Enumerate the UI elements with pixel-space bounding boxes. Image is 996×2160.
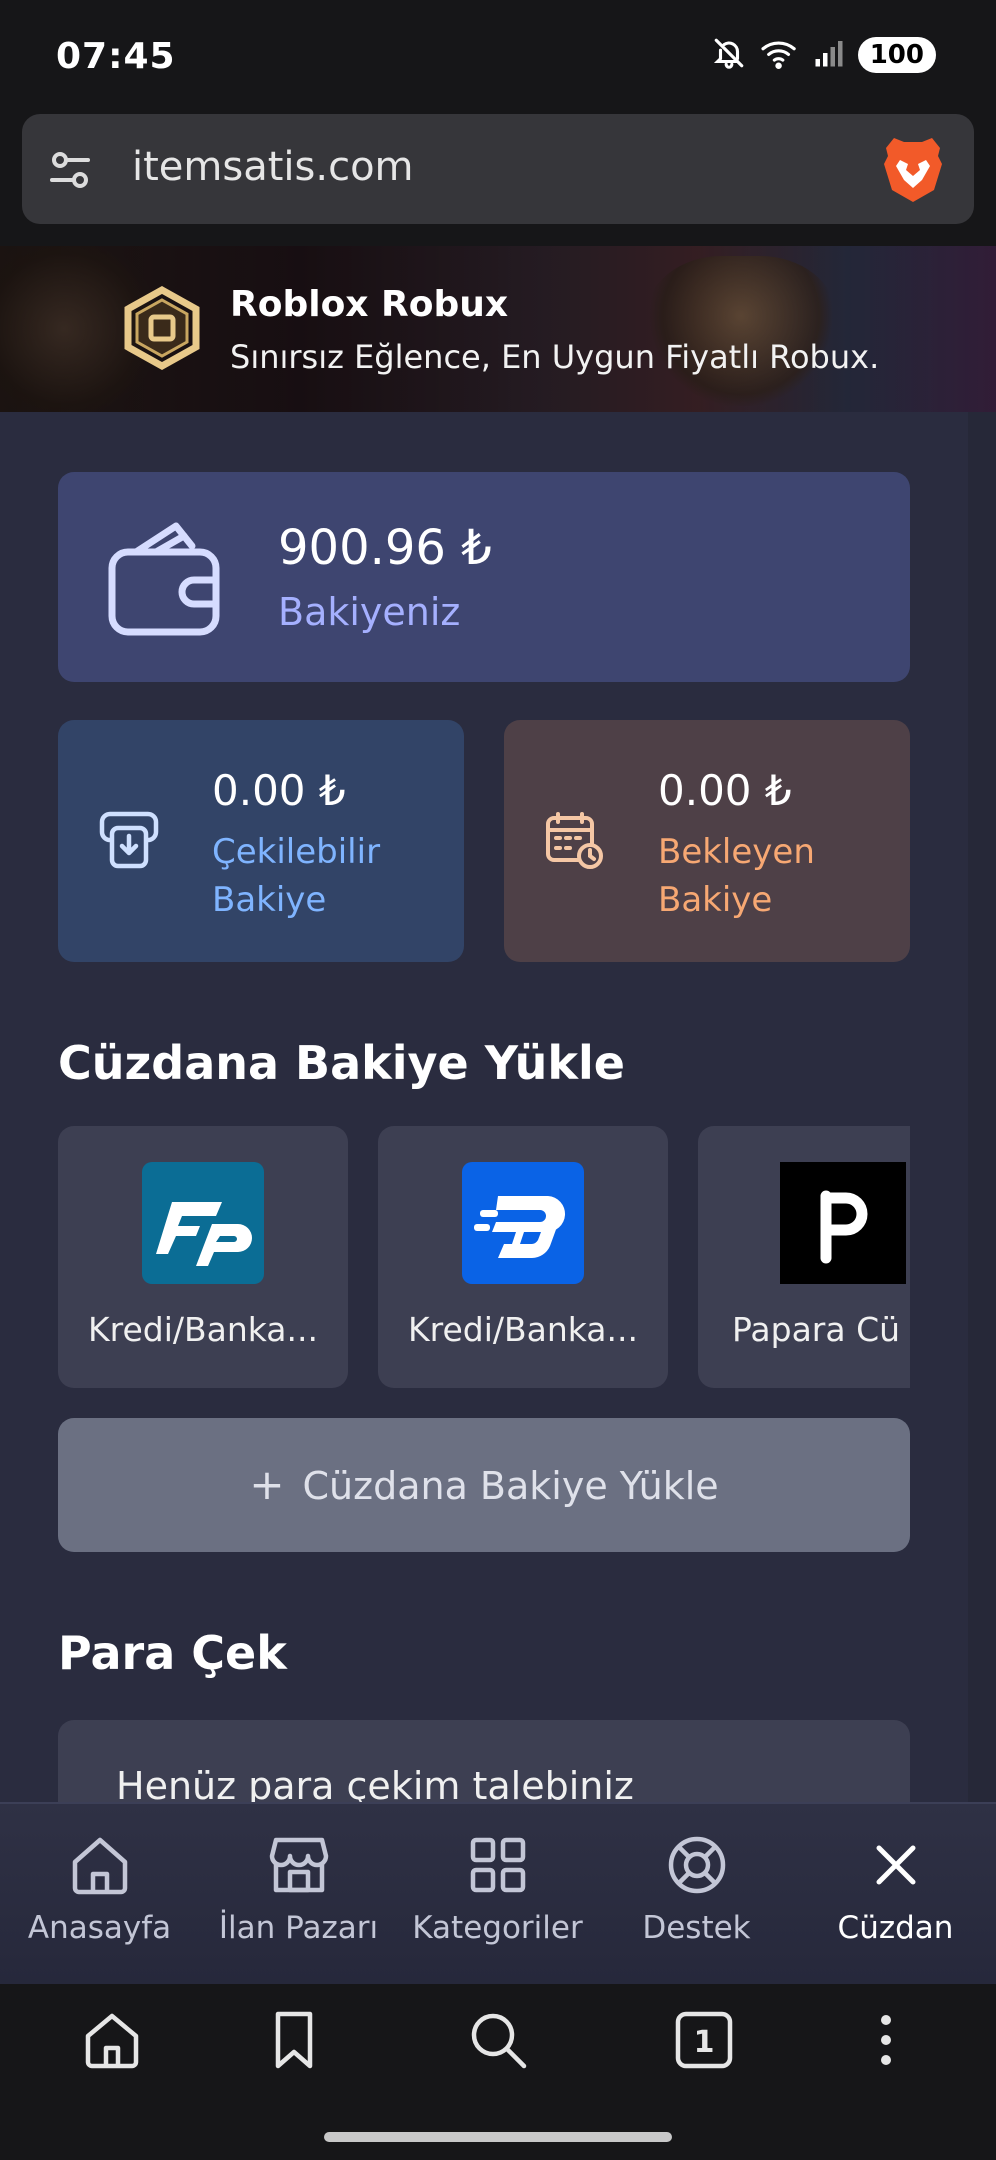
- pending-amount: 0.00 ₺: [658, 766, 792, 815]
- brave-lion-icon[interactable]: [882, 134, 944, 208]
- tabs-counter-button[interactable]: 1: [672, 2008, 736, 2076]
- nav-marketplace[interactable]: İlan Pazarı: [199, 1804, 398, 1986]
- nav-support[interactable]: Destek: [597, 1804, 796, 1986]
- nav-categories[interactable]: Kategoriler: [398, 1804, 597, 1986]
- withdrawable-amount: 0.00 ₺: [212, 766, 346, 815]
- load-balance-button-label: Cüzdana Bakiye Yükle: [302, 1464, 719, 1508]
- balance-label: Bakiyeniz: [278, 590, 461, 634]
- payment-method-paytr[interactable]: Kredi/Banka...: [378, 1126, 668, 1388]
- withdraw-empty-text: Henüz para çekim talebiniz: [116, 1764, 634, 1802]
- web-page: Roblox Robux Sınırsız Eğlence, En Uygun …: [0, 246, 996, 1802]
- payment-method-label: Papara Cü: [732, 1310, 901, 1349]
- load-balance-button[interactable]: + Cüzdana Bakiye Yükle: [58, 1418, 910, 1552]
- hero-title: Roblox Robux: [230, 284, 509, 325]
- papara-logo-icon: [780, 1162, 906, 1284]
- payment-methods-carousel[interactable]: Kredi/Banka... Kredi/Banka... Papara Cü: [58, 1126, 910, 1390]
- load-section-title: Cüzdana Bakiye Yükle: [58, 1036, 625, 1090]
- balance-amount: 900.96 ₺: [278, 520, 492, 576]
- nav-home-label: Anasayfa: [27, 1910, 172, 1946]
- payment-method-label: Kredi/Banka...: [407, 1310, 639, 1349]
- more-menu-icon[interactable]: [854, 2008, 918, 2076]
- hero-subtitle: Sınırsız Eğlence, En Uygun Fiyatlı Robux…: [230, 338, 880, 376]
- site-bottom-nav: Anasayfa İlan Pazarı Kategoriler Destek …: [0, 1802, 996, 1984]
- nav-marketplace-label: İlan Pazarı: [218, 1910, 379, 1946]
- signal-icon: [814, 38, 844, 72]
- address-bar[interactable]: itemsatis.com: [22, 114, 974, 224]
- close-icon: [863, 1832, 929, 1902]
- withdraw-requests-card: Henüz para çekim talebiniz: [58, 1720, 910, 1802]
- store-icon: [266, 1832, 332, 1902]
- pending-balance-card: 0.00 ₺ Bekleyen Bakiye: [504, 720, 910, 962]
- home-icon: [67, 1832, 133, 1902]
- hero-banner[interactable]: Roblox Robux Sınırsız Eğlence, En Uygun …: [0, 246, 996, 412]
- url-text[interactable]: itemsatis.com: [132, 144, 414, 190]
- home-indicator[interactable]: [324, 2132, 672, 2142]
- battery-indicator: 100: [857, 37, 936, 73]
- paytr-logo-icon: [462, 1162, 584, 1284]
- withdrawable-balance-card: 0.00 ₺ Çekilebilir Bakiye: [58, 720, 464, 962]
- wallet-icon: [106, 518, 222, 642]
- payment-method-gpay[interactable]: Kredi/Banka...: [58, 1126, 348, 1388]
- payment-method-papara[interactable]: Papara Cü: [698, 1126, 910, 1388]
- plus-icon: +: [249, 1460, 285, 1509]
- balance-card: 900.96 ₺ Bakiyeniz: [58, 472, 910, 682]
- grid-icon: [465, 1832, 531, 1902]
- payment-method-label: Kredi/Banka...: [87, 1310, 319, 1349]
- nav-support-label: Destek: [642, 1910, 751, 1946]
- tab-count: 1: [694, 2025, 715, 2060]
- pending-label: Bekleyen Bakiye: [658, 832, 815, 920]
- site-settings-icon[interactable]: [38, 138, 102, 206]
- page-scrollbar[interactable]: [968, 412, 996, 1802]
- gpay-logo-icon: [142, 1162, 264, 1284]
- withdrawable-label: Çekilebilir Bakiye: [212, 832, 381, 920]
- bookmark-icon[interactable]: [262, 2008, 326, 2076]
- withdraw-box-icon: [98, 810, 160, 874]
- nav-home[interactable]: Anasayfa: [0, 1804, 199, 1986]
- nav-categories-label: Kategoriler: [412, 1910, 583, 1946]
- robux-icon: [120, 285, 204, 374]
- withdraw-section-title: Para Çek: [58, 1626, 287, 1680]
- nav-wallet-label: Cüzdan: [837, 1910, 954, 1946]
- status-time: 07:45: [56, 36, 176, 77]
- mute-icon: [712, 36, 746, 74]
- search-icon[interactable]: [466, 2008, 530, 2076]
- browser-home-icon[interactable]: [80, 2008, 144, 2076]
- wifi-icon: [760, 36, 800, 74]
- status-icons: 100: [712, 36, 936, 74]
- status-bar: 07:45 100: [0, 0, 996, 110]
- lifebuoy-icon: [664, 1832, 730, 1902]
- nav-wallet[interactable]: Cüzdan: [796, 1804, 995, 1986]
- calendar-clock-icon: [544, 810, 604, 874]
